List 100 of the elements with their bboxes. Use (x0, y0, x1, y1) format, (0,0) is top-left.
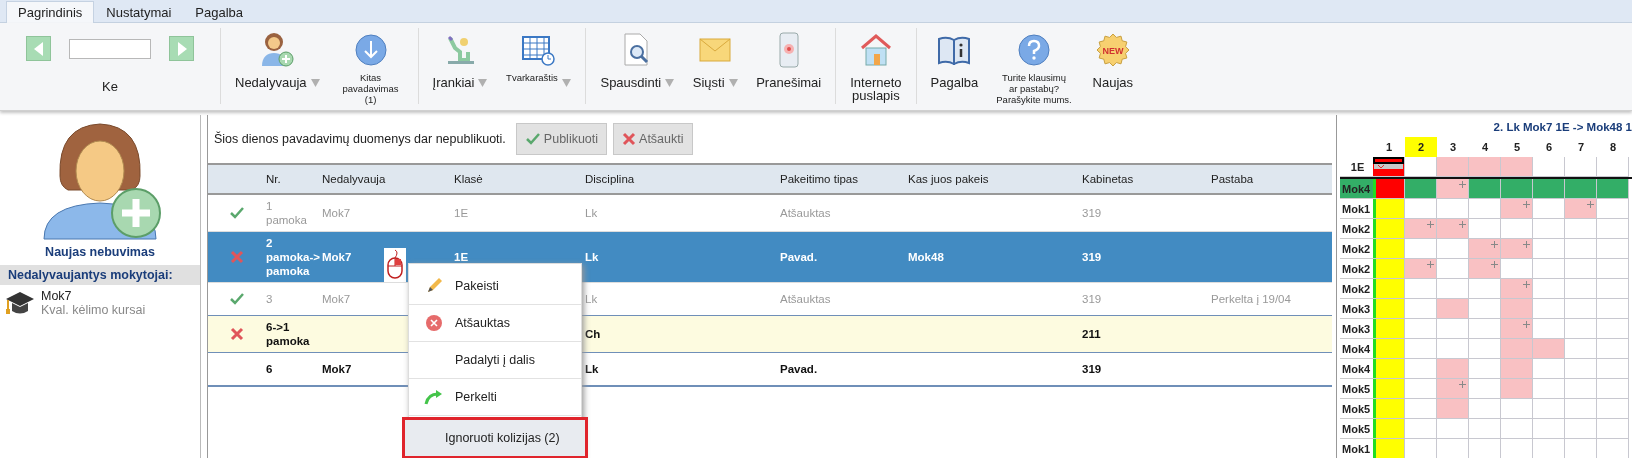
column-header[interactable]: Pastaba (1211, 173, 1332, 185)
schedule-cell[interactable] (1533, 199, 1565, 219)
schedule-cell[interactable] (1405, 339, 1437, 359)
schedule-cell[interactable] (1533, 239, 1565, 259)
schedule-cell[interactable] (1533, 359, 1565, 379)
schedule-cell[interactable] (1437, 339, 1469, 359)
schedule-cell[interactable] (1597, 199, 1629, 219)
schedule-cell[interactable] (1437, 399, 1469, 419)
next-button[interactable] (169, 36, 194, 61)
schedule-cell[interactable] (1501, 239, 1533, 259)
schedule-cell[interactable] (1405, 419, 1437, 439)
schedule-cell[interactable] (1597, 359, 1629, 379)
schedule-cell[interactable] (1469, 399, 1501, 419)
menu-item[interactable]: Pakeisti (409, 268, 581, 305)
schedule-cell[interactable] (1565, 279, 1597, 299)
schedule-cell[interactable] (1405, 179, 1437, 199)
schedule-cell[interactable] (1597, 419, 1629, 439)
period-header[interactable]: 5 (1501, 137, 1533, 157)
schedule-cell[interactable] (1405, 239, 1437, 259)
schedule-cell[interactable] (1373, 419, 1405, 439)
schedule-cell[interactable] (1597, 399, 1629, 419)
schedule-cell[interactable] (1405, 259, 1437, 279)
schedule-cell[interactable] (1469, 199, 1501, 219)
period-header[interactable]: 4 (1469, 137, 1501, 157)
schedule-cell[interactable] (1437, 199, 1469, 219)
schedule-cell[interactable] (1533, 419, 1565, 439)
toolbar-button[interactable]: Nedalyvauja (233, 28, 322, 91)
schedule-cell[interactable] (1373, 157, 1405, 177)
schedule-cell[interactable] (1469, 179, 1501, 199)
schedule-cell[interactable] (1533, 339, 1565, 359)
menu-item[interactable]: Perkelti (409, 379, 581, 416)
schedule-cell[interactable] (1405, 379, 1437, 399)
schedule-cell[interactable] (1373, 299, 1405, 319)
column-header[interactable]: Nedalyvauja (322, 173, 454, 185)
toolbar-button[interactable]: Siųsti (690, 28, 741, 91)
schedule-cell[interactable] (1437, 319, 1469, 339)
schedule-cell[interactable] (1469, 339, 1501, 359)
schedule-cell[interactable] (1565, 259, 1597, 279)
toolbar-button[interactable]: NEW Naujas (1087, 28, 1138, 91)
cancel-button[interactable]: Atšaukti (613, 123, 693, 155)
schedule-cell[interactable] (1437, 279, 1469, 299)
tab[interactable]: Pagrindinis (6, 1, 95, 23)
caret-icon[interactable] (728, 79, 738, 87)
caret-icon[interactable] (561, 79, 571, 87)
schedule-cell[interactable] (1437, 379, 1469, 399)
schedule-cell[interactable] (1437, 259, 1469, 279)
schedule-cell[interactable] (1565, 359, 1597, 379)
period-header[interactable]: 6 (1533, 137, 1565, 157)
column-header[interactable]: Pakeitimo tipas (780, 173, 908, 185)
schedule-cell[interactable] (1405, 359, 1437, 379)
schedule-cell[interactable] (1597, 279, 1629, 299)
schedule-cell[interactable] (1597, 319, 1629, 339)
caret-icon[interactable] (478, 79, 488, 87)
column-header[interactable]: Klasė (454, 173, 585, 185)
toolbar-button[interactable]: Tvarkaraštis (503, 28, 574, 89)
schedule-cell[interactable] (1501, 419, 1533, 439)
schedule-cell[interactable] (1469, 319, 1501, 339)
schedule-cell[interactable] (1597, 299, 1629, 319)
schedule-cell[interactable] (1373, 199, 1405, 219)
schedule-cell[interactable] (1565, 339, 1597, 359)
schedule-cell[interactable] (1373, 219, 1405, 239)
schedule-cell[interactable] (1437, 359, 1469, 379)
schedule-cell[interactable] (1501, 299, 1533, 319)
menu-item[interactable]: Padalyti į dalis (409, 342, 581, 379)
schedule-cell[interactable] (1533, 219, 1565, 239)
schedule-cell[interactable] (1565, 419, 1597, 439)
schedule-cell[interactable] (1501, 219, 1533, 239)
schedule-cell[interactable] (1597, 259, 1629, 279)
schedule-cell[interactable] (1533, 259, 1565, 279)
menu-item[interactable]: Atšauktas (409, 305, 581, 342)
schedule-cell[interactable] (1565, 299, 1597, 319)
period-header[interactable]: 7 (1565, 137, 1597, 157)
schedule-cell[interactable] (1373, 179, 1405, 199)
row-label[interactable]: Mok4 (1340, 179, 1373, 199)
previous-button[interactable] (26, 36, 51, 61)
schedule-cell[interactable] (1597, 157, 1629, 177)
schedule-cell[interactable] (1565, 239, 1597, 259)
schedule-cell[interactable] (1597, 179, 1629, 199)
toolbar-button[interactable]: Turite klausimų ar pastabų? Parašykite mums. (994, 28, 1074, 107)
column-header[interactable]: Nr. (266, 173, 322, 185)
schedule-cell[interactable] (1373, 259, 1405, 279)
schedule-cell[interactable] (1469, 157, 1501, 177)
schedule-cell[interactable] (1565, 399, 1597, 419)
schedule-cell[interactable] (1597, 379, 1629, 399)
schedule-cell[interactable] (1597, 219, 1629, 239)
column-header[interactable]: Kabinetas (1082, 173, 1211, 185)
new-absence-link[interactable]: Naujas nebuvimas (0, 245, 200, 259)
schedule-cell[interactable] (1565, 319, 1597, 339)
schedule-cell[interactable] (1565, 379, 1597, 399)
period-header[interactable]: 1 (1373, 137, 1405, 157)
column-header[interactable]: Disciplina (585, 173, 780, 185)
period-header[interactable]: 3 (1437, 137, 1469, 157)
schedule-cell[interactable] (1469, 239, 1501, 259)
schedule-cell[interactable] (1597, 239, 1629, 259)
schedule-cell[interactable] (1373, 339, 1405, 359)
schedule-cell[interactable] (1469, 279, 1501, 299)
schedule-cell[interactable] (1405, 279, 1437, 299)
schedule-cell[interactable] (1437, 219, 1469, 239)
schedule-cell[interactable] (1437, 239, 1469, 259)
schedule-cell[interactable] (1373, 439, 1405, 458)
